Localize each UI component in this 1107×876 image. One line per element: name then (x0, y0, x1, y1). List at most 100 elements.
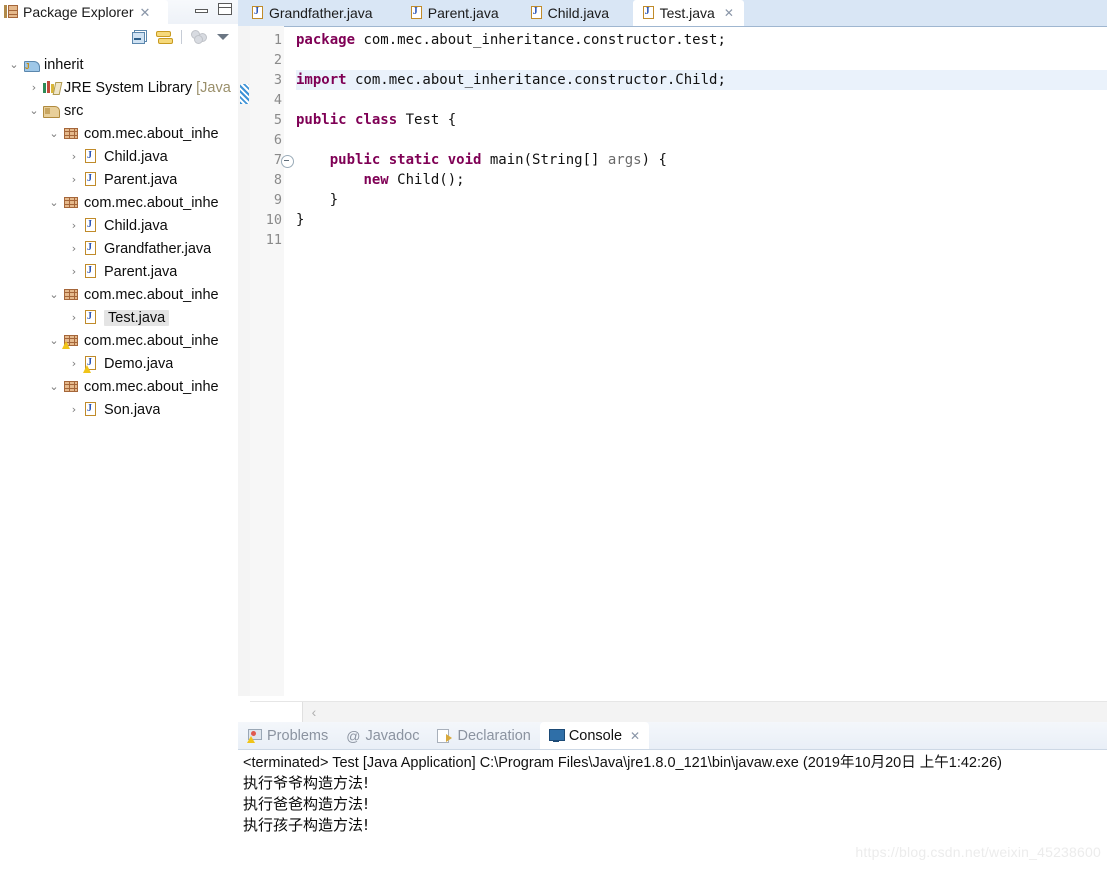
editor-tab-parent[interactable]: J Parent.java (400, 0, 509, 26)
package-icon (62, 127, 80, 140)
package-explorer-tab[interactable]: Package Explorer ✕ (0, 0, 168, 24)
tree-item-son-java[interactable]: › J Son.java (0, 398, 238, 421)
chevron-right-icon[interactable]: › (66, 174, 82, 185)
code-token: package (296, 32, 356, 48)
java-project-icon: J (22, 58, 40, 72)
bottom-tab-javadoc[interactable]: @ Javadoc (337, 722, 428, 749)
tree-item-label: Test.java (104, 309, 170, 326)
code-token: public static void (329, 152, 482, 168)
code-line: public static void main(String[] args) { (296, 150, 1107, 170)
close-icon[interactable]: ✕ (630, 729, 640, 743)
package-explorer-tree[interactable]: ⌄ Jinherit › JRE System Library [Java ⌄ src ⌄ c… (0, 49, 238, 873)
chevron-right-icon[interactable]: › (66, 358, 82, 369)
code-token: Child(); (388, 172, 465, 188)
java-file-icon: J (82, 149, 100, 164)
tree-item-com-mec-about-inhe[interactable]: ⌄ com.mec.about_inhe (0, 375, 238, 398)
scroll-left-arrow-icon[interactable]: ‹ (303, 704, 325, 720)
chevron-down-icon[interactable]: ⌄ (46, 289, 62, 300)
editor-tab-child[interactable]: J Child.java (520, 0, 620, 26)
chevron-right-icon[interactable]: › (66, 404, 82, 415)
chevron-right-icon[interactable]: › (66, 266, 82, 277)
source-folder-icon (42, 104, 60, 118)
code-token: args (607, 152, 642, 168)
link-with-editor-icon[interactable] (156, 30, 173, 44)
tree-item-grandfather-java[interactable]: › J Grandfather.java (0, 237, 238, 260)
chevron-down-icon[interactable]: ⌄ (46, 381, 62, 392)
bottom-tab-problems[interactable]: Problems (238, 722, 337, 749)
editor-tab-label: Grandfather.java (269, 5, 373, 21)
fold-collapse-icon[interactable] (281, 155, 294, 168)
chevron-right-icon[interactable]: › (66, 220, 82, 231)
minimize-icon[interactable] (195, 5, 208, 14)
editor-tab-grandfather[interactable]: J Grandfather.java (242, 0, 383, 26)
tree-item-label: JRE System Library [Java (64, 79, 231, 96)
editor-tab-strip[interactable]: J Grandfather.java J Parent.java J Child.java… (238, 0, 1107, 27)
line-number: 2 (273, 52, 282, 68)
chevron-down-icon[interactable]: ⌄ (6, 59, 22, 70)
bottom-tab-declaration[interactable]: Declaration (428, 722, 539, 749)
code-token: Test { (397, 112, 457, 128)
tree-item-child-java[interactable]: › J Child.java (0, 145, 238, 168)
console-view[interactable]: <terminated> Test [Java Application] C:\… (238, 750, 1107, 876)
tree-item-inherit[interactable]: ⌄ Jinherit (0, 53, 238, 76)
maximize-icon[interactable] (218, 3, 232, 15)
hierarchy-icon[interactable] (191, 30, 207, 44)
tree-item-com-mec-about-inhe[interactable]: ⌄ com.mec.about_inhe (0, 191, 238, 214)
close-icon[interactable]: ✕ (140, 6, 151, 19)
code-token: com.mec.about_inheritance.constructor.Ch… (346, 72, 726, 88)
line-number: 11 (265, 232, 282, 248)
chevron-down-icon[interactable]: ⌄ (46, 197, 62, 208)
code-token: public class (296, 112, 398, 128)
tree-item-com-mec-about-inhe[interactable]: ⌄ com.mec.about_inhe (0, 122, 238, 145)
view-menu-icon[interactable] (216, 31, 230, 43)
bottom-tab-strip[interactable]: Problems @ Javadoc Declaration Console ✕ (238, 722, 1107, 750)
line-number: 8 (273, 172, 282, 188)
console-output: 执行爷爷构造方法! 执行爸爸构造方法! 执行孩子构造方法! (243, 773, 1107, 836)
editor-tab-label: Parent.java (427, 5, 499, 21)
code-token: ) { (641, 152, 667, 168)
javadoc-at-icon: @ (346, 727, 361, 744)
bottom-tab-label: Problems (267, 727, 329, 744)
chevron-right-icon[interactable]: › (66, 243, 82, 254)
code-line: import com.mec.about_inheritance.constru… (296, 70, 1107, 90)
code-token: } (296, 212, 305, 228)
tree-item-com-mec-about-inhe[interactable]: ⌄ com.mec.about_inhe (0, 329, 238, 352)
close-icon[interactable]: ✕ (724, 6, 734, 20)
tree-item-parent-java[interactable]: › J Parent.java (0, 168, 238, 191)
tree-item-parent-java[interactable]: › J Parent.java (0, 260, 238, 283)
editor-horizontal-scrollbar[interactable]: ‹ (250, 701, 1107, 722)
tree-item-test-java[interactable]: › J Test.java (0, 306, 238, 329)
java-file-icon: J (530, 6, 543, 20)
tree-item-label: com.mec.about_inhe (84, 378, 219, 395)
chevron-down-icon[interactable]: ⌄ (26, 105, 42, 116)
tree-item-label: src (64, 102, 84, 119)
package-explorer-icon (4, 5, 18, 19)
package-explorer-titlebar: Package Explorer ✕ (0, 0, 238, 25)
tree-item-label: Child.java (104, 148, 168, 165)
tree-item-child-java[interactable]: › J Child.java (0, 214, 238, 237)
scrollbar-thumb[interactable] (250, 702, 303, 722)
tree-item-label: com.mec.about_inhe (84, 125, 219, 142)
code-editor-content[interactable]: package com.mec.about_inheritance.constr… (296, 26, 1107, 696)
tree-item-src[interactable]: ⌄ src (0, 99, 238, 122)
chevron-down-icon[interactable]: ⌄ (46, 128, 62, 139)
bottom-panel: Problems @ Javadoc Declaration Console ✕ <ter… (238, 722, 1107, 876)
chevron-right-icon[interactable]: › (66, 312, 82, 323)
tree-item-com-mec-about-inhe[interactable]: ⌄ com.mec.about_inhe (0, 283, 238, 306)
bottom-tab-console[interactable]: Console ✕ (539, 722, 650, 749)
editor-tab-test[interactable]: J Test.java ✕ (632, 0, 744, 26)
collapse-all-icon[interactable] (132, 30, 147, 44)
java-file-icon: J (410, 6, 423, 20)
tree-item-demo-java[interactable]: › J Demo.java (0, 352, 238, 375)
tree-item-jre-system-library-java[interactable]: › JRE System Library [Java (0, 76, 238, 99)
bottom-tab-label: Javadoc (365, 727, 420, 744)
console-icon (548, 729, 565, 742)
java-file-icon: J (82, 402, 100, 417)
chevron-down-icon[interactable]: ⌄ (46, 335, 62, 346)
chevron-right-icon[interactable]: › (26, 82, 42, 93)
code-line: } (296, 190, 1107, 210)
chevron-right-icon[interactable]: › (66, 151, 82, 162)
